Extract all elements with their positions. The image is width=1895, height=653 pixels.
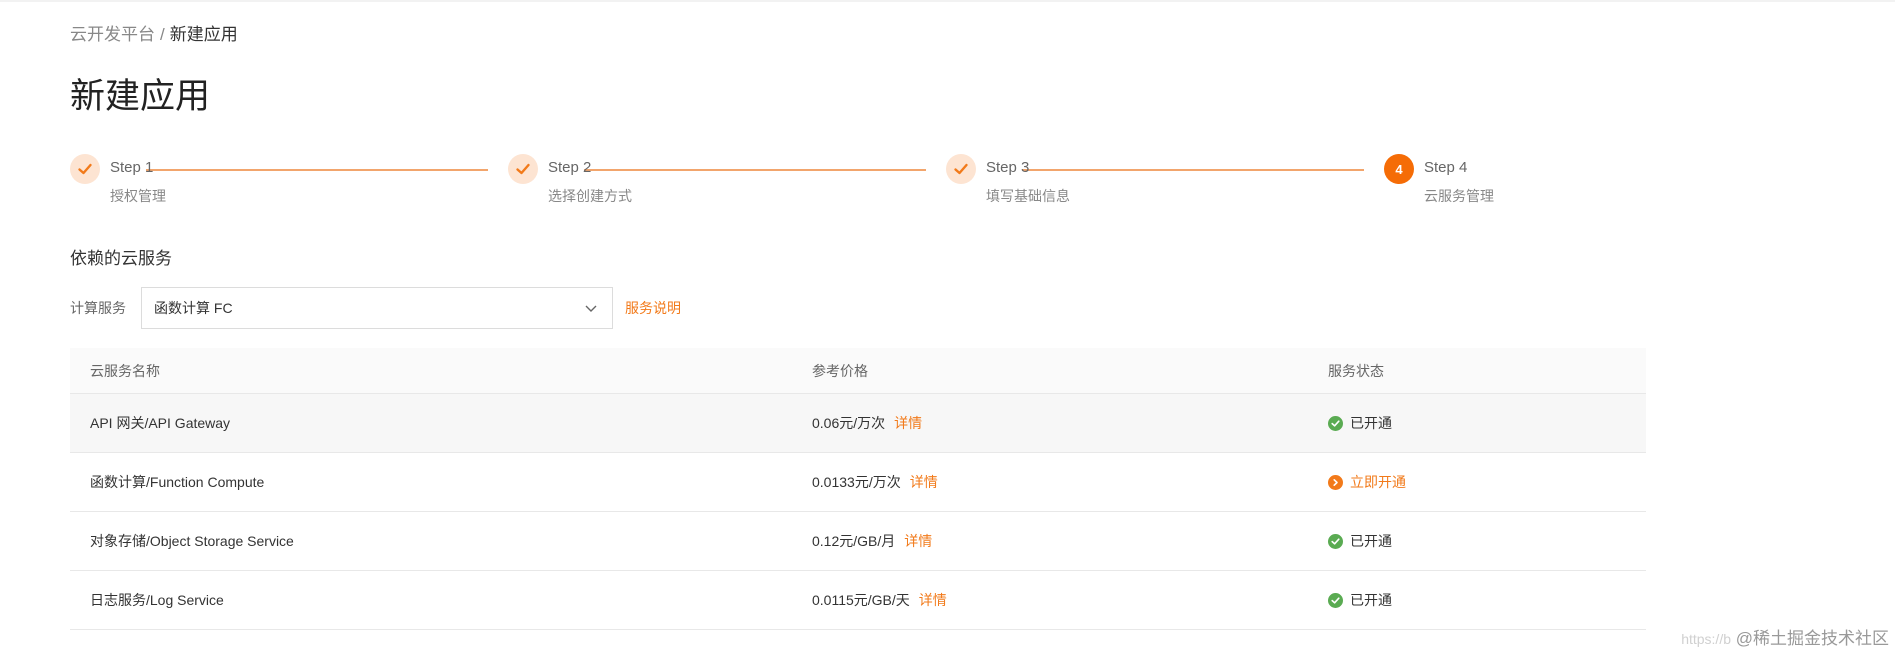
watermark-url: https://b (1681, 631, 1731, 647)
step-description: 填写基础信息 (986, 188, 1070, 204)
watermark: https://b @稀土掘金技术社区 (1681, 624, 1889, 649)
compute-service-select[interactable]: 函数计算 FC (141, 287, 613, 329)
table-header: 云服务名称 参考价格 服务状态 (70, 348, 1646, 394)
breadcrumb-current: 新建应用 (169, 25, 238, 44)
step-connector-3 (1022, 169, 1364, 171)
step-description: 选择创建方式 (548, 188, 632, 204)
step-description: 云服务管理 (1424, 188, 1494, 204)
check-circle-icon (1328, 415, 1343, 431)
watermark-text: @稀土掘金技术社区 (1735, 629, 1889, 648)
service-name: API 网关/API Gateway (90, 415, 231, 431)
detail-link[interactable]: 详情 (904, 531, 932, 551)
status-cell: 已开通 (1328, 394, 1392, 452)
top-divider (0, 0, 1895, 2)
section-title: 依赖的云服务 (70, 249, 172, 268)
step-connector-1 (146, 169, 488, 171)
price-cell: 0.06元/万次 详情 (812, 394, 922, 452)
check-circle-icon (1328, 592, 1343, 608)
detail-link[interactable]: 详情 (919, 590, 947, 610)
detail-link[interactable]: 详情 (894, 413, 922, 433)
price-cell: 0.12元/GB/月 详情 (812, 512, 932, 570)
status-text: 已开通 (1350, 592, 1392, 608)
price-value: 0.0115元/GB/天 (812, 592, 910, 608)
check-circle-icon (1328, 533, 1343, 549)
step-title: Step 4 (1424, 159, 1468, 176)
price-cell: 0.0133元/万次 详情 (812, 453, 938, 511)
status-text: 已开通 (1350, 415, 1392, 431)
service-name: 对象存储/Object Storage Service (90, 533, 294, 549)
table-row: 日志服务/Log Service 0.0115元/GB/天 详情 已开通 (70, 571, 1646, 630)
column-header-price: 参考价格 (812, 362, 868, 379)
status-cell: 已开通 (1328, 512, 1392, 570)
activate-now-link[interactable]: 立即开通 (1328, 453, 1406, 511)
status-text[interactable]: 立即开通 (1350, 472, 1406, 492)
breadcrumb: 云开发平台 / 新建应用 (70, 20, 238, 45)
chevron-right-circle-icon (1328, 474, 1343, 490)
breadcrumb-parent[interactable]: 云开发平台 (70, 25, 155, 44)
status-cell: 已开通 (1328, 571, 1392, 629)
check-icon (946, 154, 976, 184)
price-value: 0.06元/万次 (812, 415, 886, 431)
price-value: 0.0133元/万次 (812, 474, 901, 490)
step-title: Step 1 (110, 159, 154, 176)
table-row: API 网关/API Gateway 0.06元/万次 详情 已开通 (70, 394, 1646, 453)
table-row: 函数计算/Function Compute 0.0133元/万次 详情 立即开通 (70, 453, 1646, 512)
cloud-services-table: 云服务名称 参考价格 服务状态 API 网关/API Gateway 0.06元… (70, 348, 1646, 630)
step-title: Step 3 (986, 159, 1030, 176)
page-title: 新建应用 (70, 77, 211, 116)
column-header-status: 服务状态 (1328, 362, 1384, 379)
step-title: Step 2 (548, 159, 592, 176)
service-name: 日志服务/Log Service (90, 592, 224, 608)
column-header-name: 云服务名称 (90, 362, 160, 379)
table-row: 对象存储/Object Storage Service 0.12元/GB/月 详… (70, 512, 1646, 571)
check-icon (508, 154, 538, 184)
price-cell: 0.0115元/GB/天 详情 (812, 571, 947, 629)
status-text: 已开通 (1350, 533, 1392, 549)
price-value: 0.12元/GB/月 (812, 533, 896, 549)
compute-service-label: 计算服务 (70, 300, 126, 316)
service-name: 函数计算/Function Compute (90, 474, 265, 490)
service-description-link[interactable]: 服务说明 (625, 298, 681, 318)
step-description: 授权管理 (110, 188, 166, 204)
detail-link[interactable]: 详情 (910, 472, 938, 492)
step-connector-2 (584, 169, 926, 171)
chevron-down-icon (585, 305, 597, 312)
steps-progress: Step 1 授权管理 Step 2 选择创建方式 Step 3 填写基础信息 … (70, 154, 1500, 214)
breadcrumb-separator: / (160, 25, 165, 44)
step-number-badge: 4 (1384, 154, 1414, 184)
select-value: 函数计算 FC (154, 300, 233, 316)
check-icon (70, 154, 100, 184)
